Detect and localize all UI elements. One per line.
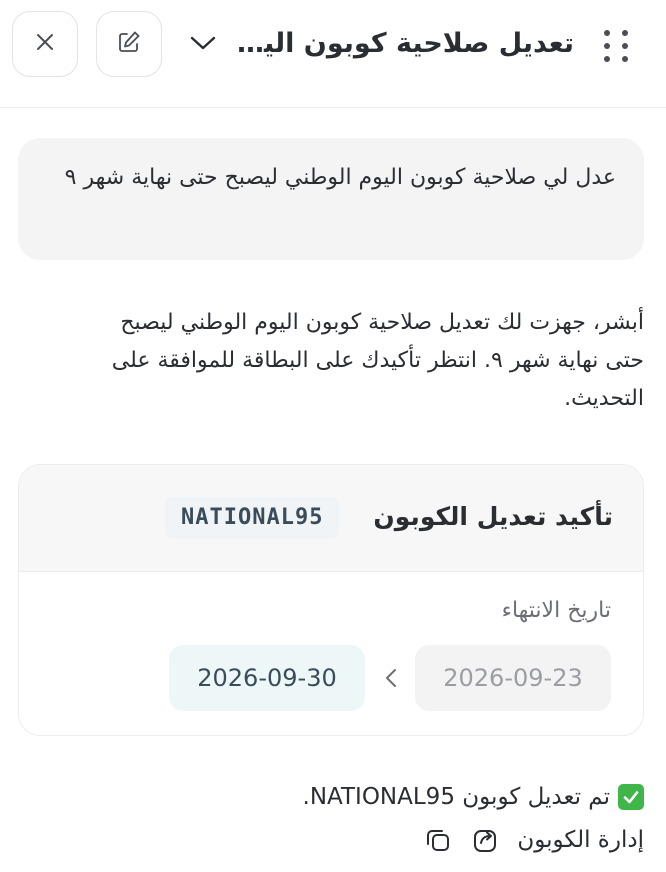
assistant-message: أبشر، جهزت لك تعديل صلاحية كوبون اليوم ا… [111, 310, 644, 411]
coupon-confirm-card: تأكيد تعديل الكوبون NATIONAL95 تاريخ الا… [18, 464, 644, 736]
card-header: تأكيد تعديل الكوبون NATIONAL95 [19, 465, 643, 572]
old-expiry-date: 2026-09-23 [415, 645, 611, 711]
edit-button[interactable] [96, 11, 162, 77]
chat-header: تعديل صلاحية كوبون اليوم الوطني [0, 0, 666, 108]
drag-handle-icon[interactable] [598, 26, 634, 66]
result-message: تم تعديل كوبون NATIONAL95. [303, 778, 644, 816]
check-icon [618, 784, 644, 810]
copy-icon[interactable] [421, 823, 455, 857]
manage-coupon-link[interactable]: إدارة الكوبون [517, 820, 644, 860]
chevron-left-icon [379, 661, 403, 695]
result-actions: إدارة الكوبون [421, 820, 644, 860]
close-button[interactable] [12, 11, 78, 77]
card-title: تأكيد تعديل الكوبون [373, 502, 613, 531]
user-message: عدل لي صلاحية كوبون اليوم الوطني ليصبح ح… [18, 138, 644, 260]
new-expiry-date: 2026-09-30 [169, 645, 365, 711]
result-text: تم تعديل كوبون NATIONAL95. [302, 784, 610, 810]
coupon-code-badge: NATIONAL95 [165, 497, 340, 539]
edit-icon [116, 29, 142, 59]
title-dropdown-button[interactable] [186, 28, 220, 62]
chevron-down-icon [189, 34, 217, 56]
close-icon [34, 31, 56, 57]
conversation-title: تعديل صلاحية كوبون اليوم الوطني [234, 28, 574, 59]
expiry-label: تاريخ الانتهاء [501, 598, 611, 623]
share-icon[interactable] [469, 823, 503, 857]
